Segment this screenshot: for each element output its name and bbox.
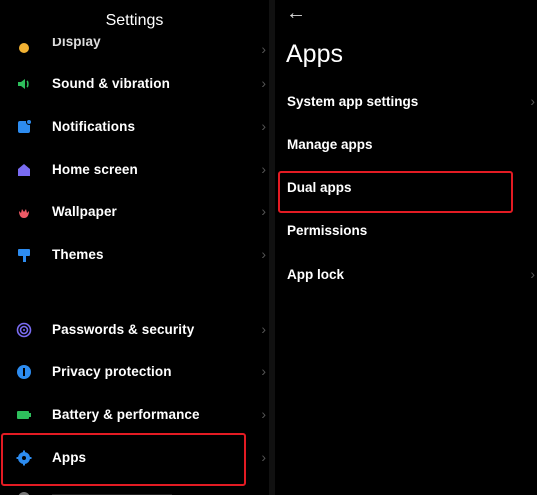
shield-icon: [17, 365, 31, 379]
chevron-right-icon: ›: [261, 363, 266, 379]
chevron-right-icon: ›: [261, 161, 266, 177]
apps-item-label: System app settings: [287, 94, 419, 109]
highlight-box-apps: [1, 433, 246, 486]
settings-item-label: Home screen: [52, 162, 138, 177]
apps-item-label: App lock: [287, 267, 345, 282]
settings-item-themes[interactable]: Themes ›: [0, 235, 269, 275]
settings-item-label: Passwords & security: [52, 322, 195, 337]
settings-item-battery[interactable]: Battery & performance ›: [0, 395, 269, 435]
chevron-right-icon: ›: [261, 203, 266, 219]
highlight-box-dual-apps: [278, 171, 513, 213]
page-title: Apps: [286, 40, 343, 68]
settings-item-sound[interactable]: Sound & vibration ›: [0, 64, 269, 104]
next-item-peek: [0, 489, 269, 495]
page-title: Settings: [105, 12, 164, 29]
settings-item-privacy[interactable]: Privacy protection ›: [0, 352, 269, 392]
flower-icon: [19, 209, 29, 218]
chevron-right-icon: ›: [261, 321, 266, 337]
chevron-right-icon: ›: [261, 449, 266, 465]
settings-item-label: Privacy protection: [52, 364, 172, 379]
apps-item-system-app-settings[interactable]: System app settings ›: [275, 87, 537, 117]
settings-item-label: Wallpaper: [52, 204, 117, 219]
settings-item-label: Themes: [52, 247, 104, 262]
chevron-right-icon: ›: [261, 41, 266, 57]
chevron-right-icon: ›: [530, 93, 535, 109]
settings-item-notifications[interactable]: Notifications ›: [0, 107, 269, 147]
settings-item-passwords-security[interactable]: Passwords & security ›: [0, 310, 269, 350]
apps-item-app-lock[interactable]: App lock ›: [275, 260, 537, 290]
settings-item-label: Notifications: [52, 119, 136, 134]
apps-item-manage-apps[interactable]: Manage apps: [275, 130, 537, 160]
apps-item-permissions[interactable]: Permissions: [275, 216, 537, 246]
home-icon: [18, 164, 30, 176]
fingerprint-icon: [16, 322, 32, 338]
chevron-right-icon: ›: [530, 266, 535, 282]
scroll-mask: [0, 30, 269, 38]
settings-item-label: Sound & vibration: [52, 76, 170, 91]
apps-item-label: Manage apps: [287, 137, 373, 152]
back-arrow-icon[interactable]: ←: [286, 2, 306, 25]
chevron-right-icon: ›: [261, 246, 266, 262]
speaker-icon: [18, 79, 29, 89]
notifications-icon: [18, 119, 32, 133]
battery-icon: [17, 411, 31, 419]
settings-item-label: Battery & performance: [52, 407, 200, 422]
apps-item-label: Permissions: [287, 223, 368, 238]
chevron-right-icon: ›: [261, 75, 266, 91]
settings-panel: Settings Display › Sound & vibration › N…: [0, 0, 269, 495]
brush-icon: [18, 249, 30, 262]
settings-item-home-screen[interactable]: Home screen ›: [0, 150, 269, 190]
display-icon: [19, 43, 29, 53]
chevron-right-icon: ›: [261, 118, 266, 134]
settings-item-wallpaper[interactable]: Wallpaper ›: [0, 192, 269, 232]
chevron-right-icon: ›: [261, 406, 266, 422]
apps-panel: ← Apps System app settings › Manage apps…: [275, 0, 537, 495]
